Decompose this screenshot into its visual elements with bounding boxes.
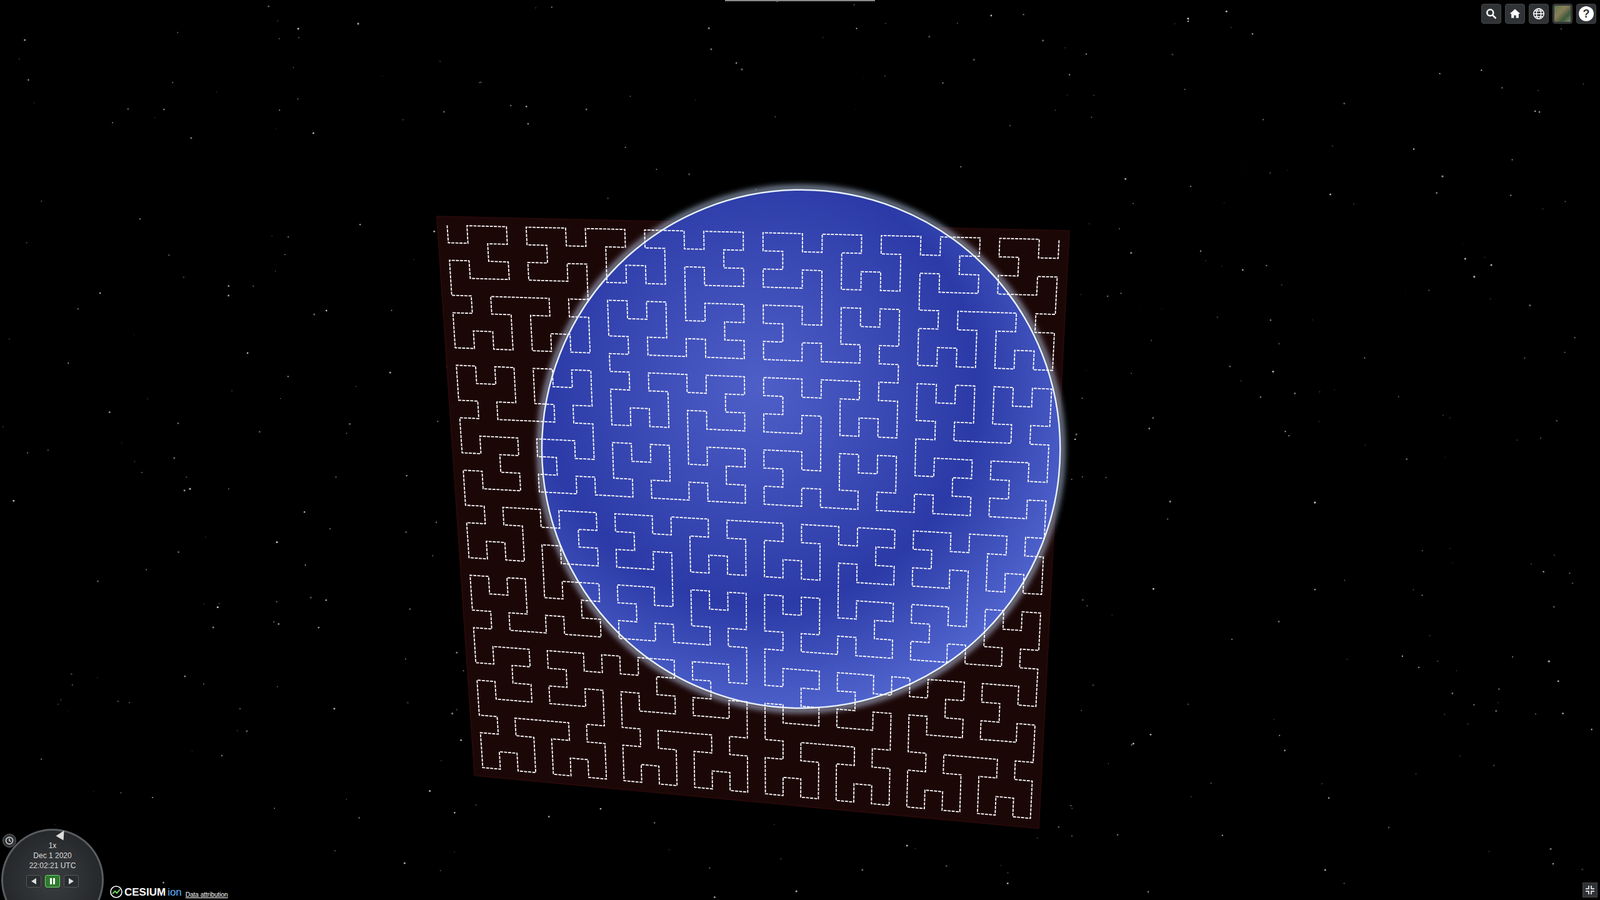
animation-buttons — [26, 875, 79, 888]
play-button[interactable] — [63, 875, 79, 888]
scene-canvas[interactable] — [0, 0, 1600, 900]
play-icon — [67, 877, 75, 885]
reverse-button[interactable] — [26, 875, 42, 888]
date-label: Dec 1 2020 — [33, 851, 72, 860]
fullscreen-exit-icon — [1585, 885, 1595, 895]
loading-bar — [725, 0, 875, 2]
cesium-ion-logo[interactable]: CESIUMion — [110, 885, 182, 899]
reverse-icon — [30, 877, 38, 885]
credits: CESIUMionData attribution — [110, 885, 229, 899]
pause-button[interactable] — [45, 875, 60, 888]
fullscreen-button[interactable] — [1582, 882, 1598, 898]
cesium-logo-icon — [110, 885, 123, 899]
help-button[interactable]: ? — [1576, 3, 1597, 24]
help-icon: ? — [1578, 6, 1594, 22]
globe-icon — [1531, 6, 1546, 21]
home-button[interactable] — [1505, 3, 1525, 24]
hilbert-curve — [446, 225, 1059, 819]
data-attribution-link[interactable]: Data attribution — [185, 891, 229, 899]
globe-glow — [540, 187, 1063, 710]
speed-label: 1x — [48, 841, 57, 850]
search-icon — [1485, 7, 1498, 20]
globe-rim — [541, 190, 1060, 709]
search-button[interactable] — [1481, 3, 1502, 24]
imagery-thumbnail-icon — [1554, 5, 1571, 22]
clock-icon — [5, 836, 14, 845]
cesium-viewer: ?1xDec 1 202022:02:21 UTCCESIUMionData a… — [0, 0, 1600, 900]
pause-icon — [48, 877, 57, 885]
animation-widget: 1xDec 1 202022:02:21 UTC — [0, 826, 107, 900]
home-icon — [1508, 7, 1522, 20]
starfield — [2, 0, 1593, 899]
scene-mode-button[interactable] — [1528, 3, 1549, 24]
globe — [541, 190, 1060, 709]
time-label: 22:02:21 UTC — [29, 861, 77, 870]
imagery-button[interactable] — [1552, 3, 1573, 24]
toolbar: ? — [1481, 3, 1597, 24]
